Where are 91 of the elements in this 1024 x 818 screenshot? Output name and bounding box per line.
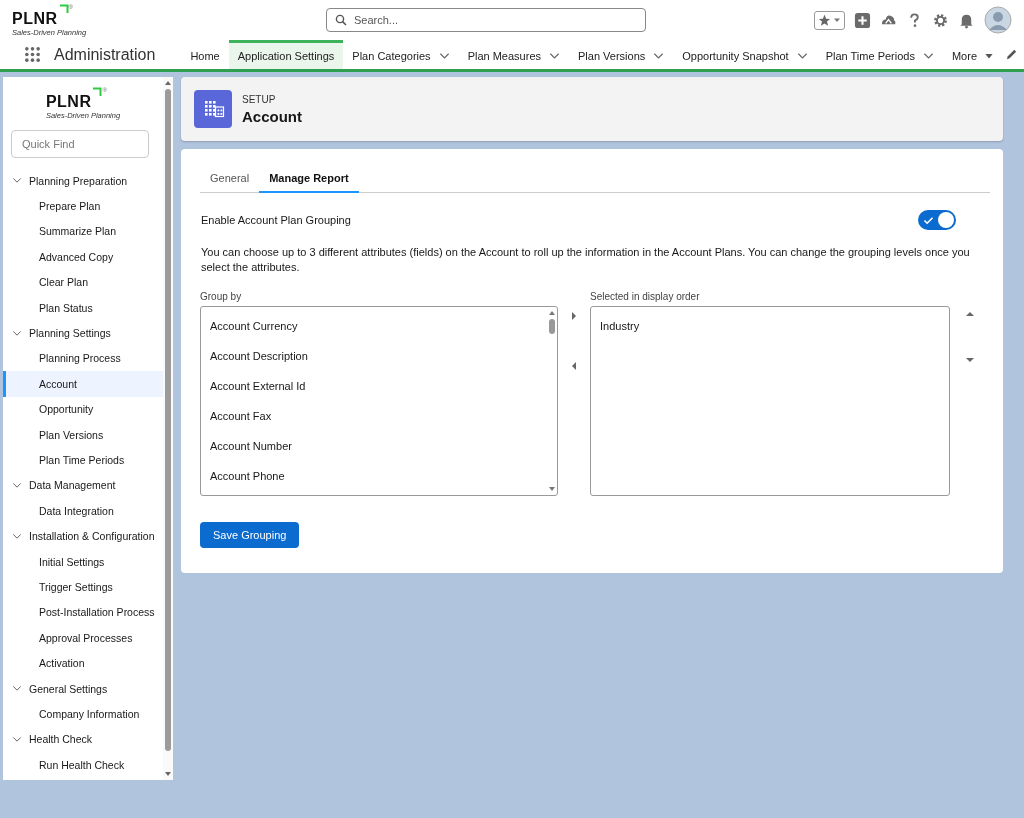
list-option[interactable]: Industry [591,311,949,341]
list-option[interactable]: Account Number [201,431,546,461]
tab[interactable]: General [200,166,260,193]
avatar-icon[interactable] [984,6,1012,34]
sidebar-item[interactable]: Data Integration [3,498,163,524]
sidebar-item[interactable]: Clear Plan [3,269,163,295]
edit-icon[interactable] [1005,48,1018,61]
chevron-down-icon[interactable] [549,52,560,60]
chevron-down-icon [12,177,22,185]
caret-icon [833,16,841,24]
scroll-up-icon[interactable] [547,310,556,316]
list-option[interactable]: Account External Id [201,371,546,401]
tree-group[interactable]: Planning Settings [3,320,163,346]
scroll-thumb[interactable] [548,319,555,334]
chevron-down-icon [12,532,22,540]
list-label: Selected in display order [590,291,701,302]
logo-name: PLNR [45,93,92,111]
chevron-down-icon [12,735,22,743]
app-name: Administration [54,45,156,64]
check-icon [923,215,934,225]
sidebar-item[interactable]: Post-Installation Process [3,599,163,626]
chevron-down-icon [12,481,22,489]
list-label: Group by [200,291,243,302]
nav-tab[interactable]: Plan Measures [458,40,569,69]
nav-tab[interactable]: Plan Categories [343,40,459,69]
sidebar-item[interactable]: Company Information [3,701,163,727]
quick-find-field[interactable]: Quick Find [11,130,149,158]
search-field[interactable]: Search... [326,8,646,32]
nav-tab[interactable]: Application Settings [228,40,344,69]
move-down-icon[interactable] [965,357,975,363]
list-option[interactable]: Account Description [201,341,546,371]
move-right-icon[interactable] [571,311,577,321]
toggle-switch[interactable] [918,210,956,230]
caret-icon [985,52,993,60]
page-eyebrow: SETUP [242,93,277,105]
list-option[interactable]: Account Currency [201,311,546,341]
scroll-up-icon[interactable] [164,80,172,86]
description-text: You can choose up to 3 different attributes (fields) on the Account to roll up the information in the Account Plans. You can change the grouping levels once you select the attributes. [201,245,971,275]
more-menu[interactable]: More [942,40,1002,69]
list-option[interactable]: Account Phone [201,461,546,491]
nav-tab[interactable]: Home [181,40,229,69]
tree-group[interactable]: General Settings [3,675,163,702]
corner-mark-icon [92,87,103,97]
sidebar-item[interactable]: Account [3,371,163,397]
chevron-down-icon [12,329,22,337]
nav-tab[interactable]: Opportunity Snapshot [673,40,817,69]
star-icon [818,13,831,27]
chevron-down-icon [12,685,22,692]
building-icon [194,90,232,128]
selected-list[interactable]: Industry [590,306,950,496]
scroll-thumb[interactable] [165,89,171,751]
group-by-list[interactable]: Account Currency Account Description Account External Id Account Fax Account Number Account Phone [200,306,558,496]
corner-mark-icon [58,3,69,14]
tree-group[interactable]: Health Check [3,726,163,752]
sidebar-item[interactable]: Advanced Copy [3,244,163,270]
sidebar-item[interactable]: Plan Versions [3,421,163,448]
sidebar-item[interactable]: Summarize Plan [3,218,163,245]
chevron-down-icon[interactable] [438,52,450,60]
sidebar-item[interactable]: Plan Time Periods [3,447,163,473]
tree-group[interactable]: Planning Preparation [3,168,163,194]
chevron-down-icon[interactable] [796,52,808,60]
toggle-label: Enable Account Plan Grouping [201,214,351,226]
settings-icon[interactable] [932,11,949,29]
add-icon[interactable] [854,11,871,29]
move-left-icon[interactable] [571,361,577,371]
tree-group[interactable]: Installation & Configuration [3,523,163,549]
sidebar-item[interactable]: Activation [3,650,163,676]
page-title: Account [242,107,302,125]
app-launcher-icon[interactable] [24,46,41,63]
logo-name: PLNR [12,9,58,28]
chevron-down-icon[interactable] [922,52,934,60]
sidebar-item[interactable]: Run Health Check [3,752,163,778]
scroll-down-icon[interactable] [547,486,556,492]
scrollbar[interactable] [163,77,173,780]
sidebar-item[interactable]: Opportunity [3,396,163,422]
scroll-down-icon[interactable] [164,771,172,777]
chevron-down-icon[interactable] [653,52,665,60]
sidebar-item[interactable]: Planning Process [3,345,163,372]
move-up-icon[interactable] [965,311,975,317]
save-grouping-button[interactable]: Save Grouping [200,522,300,548]
sidebar-item[interactable]: Approval Processes [3,625,163,651]
sidebar-item[interactable]: Plan Status [3,294,163,321]
tab[interactable]: Manage Report [259,166,359,193]
favorites-button[interactable] [814,10,845,30]
list-option[interactable]: Account Fax [201,401,546,431]
sidebar-item[interactable]: Prepare Plan [3,193,163,219]
tree-group[interactable]: Data Management [3,472,163,499]
sidebar-item[interactable]: Initial Settings [3,548,163,575]
sidebar-item[interactable]: Trigger Settings [3,574,163,600]
nav-tab[interactable]: Plan Versions [569,40,674,69]
nav-tab[interactable]: Plan Time Periods [816,40,943,69]
